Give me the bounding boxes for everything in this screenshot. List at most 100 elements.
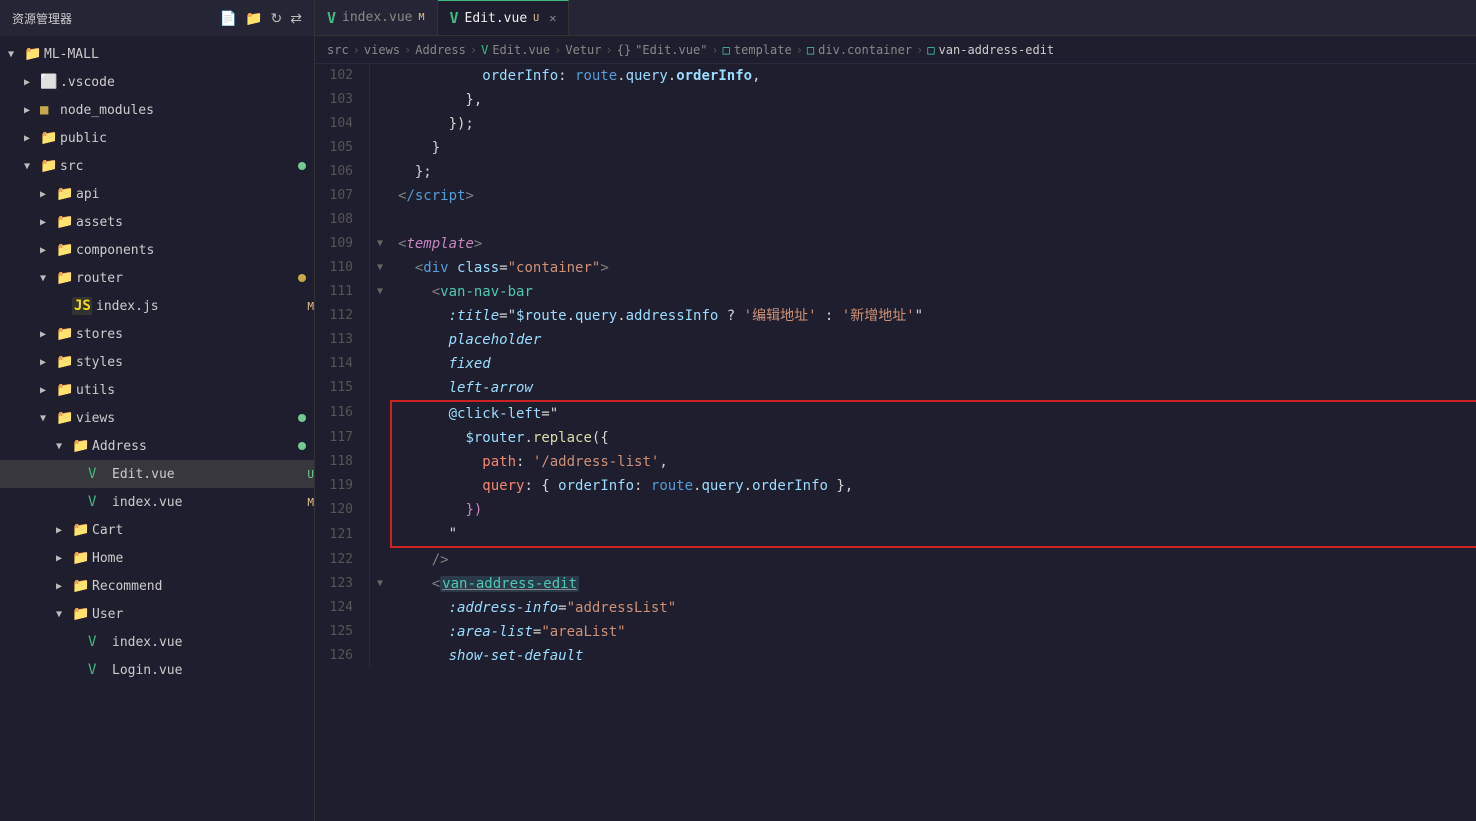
sidebar-item-node-modules[interactable]: ▶ ■ node_modules	[0, 96, 314, 124]
sidebar-item-assets[interactable]: ▶ 📁 assets	[0, 208, 314, 236]
tab-bar: V index.vue M V Edit.vue U ✕	[315, 0, 1476, 36]
code-line-111: 111 ▼ <van-nav-bar	[315, 280, 1476, 304]
collapse-icon[interactable]: ⇄	[290, 10, 302, 27]
crumb-van-address-edit-icon: □	[927, 43, 934, 57]
refresh-icon[interactable]: ↻	[271, 10, 283, 27]
sidebar-title: 资源管理器	[12, 10, 72, 27]
router-folder-icon: 📁	[56, 270, 76, 286]
new-file-icon[interactable]: 📄	[220, 10, 237, 27]
crumb-edit-vue: Edit.vue	[492, 43, 550, 57]
sidebar-header: 资源管理器 📄 📁 ↻ ⇄	[0, 0, 314, 36]
code-line-107: 107 </script>	[315, 184, 1476, 208]
new-folder-icon[interactable]: 📁	[245, 10, 262, 27]
tab-index-vue-icon: V	[327, 9, 336, 27]
recommend-folder-icon: 📁	[72, 578, 92, 594]
public-label: public	[60, 131, 314, 146]
sidebar-item-user-login[interactable]: V Login.vue	[0, 656, 314, 684]
views-label: views	[76, 411, 298, 426]
sidebar-item-user-index[interactable]: V index.vue	[0, 628, 314, 656]
home-label: Home	[92, 551, 314, 566]
sidebar-item-public[interactable]: ▶ 📁 public	[0, 124, 314, 152]
sidebar-item-src[interactable]: ▼ 📁 src	[0, 152, 314, 180]
sidebar-item-views[interactable]: ▼ 📁 views	[0, 404, 314, 432]
index-js-modifier: M	[307, 300, 314, 313]
code-line-116: 116 @click-left="	[315, 400, 1476, 426]
root-folder-icon: 📁	[24, 46, 44, 62]
sidebar-root[interactable]: ▼ 📁 ML-MALL	[0, 40, 314, 68]
code-line-113: 113 placeholder	[315, 328, 1476, 352]
tab-index-vue-label: index.vue	[342, 10, 412, 25]
tab-edit-vue-label: Edit.vue	[465, 11, 528, 26]
index-vue-addr-modifier: M	[307, 496, 314, 509]
sidebar-item-recommend[interactable]: ▶ 📁 Recommend	[0, 572, 314, 600]
index-vue-addr-label: index.vue	[108, 495, 303, 510]
edit-vue-label: Edit.vue	[108, 467, 303, 482]
code-line-126: 126 show-set-default	[315, 644, 1476, 668]
user-login-label: Login.vue	[108, 663, 314, 678]
crumb-address: Address	[415, 43, 466, 57]
public-folder-icon: 📁	[40, 130, 60, 146]
code-line-120: 120 })	[315, 498, 1476, 522]
crumb-div-container-icon: □	[807, 43, 814, 57]
styles-folder-icon: 📁	[56, 354, 76, 370]
tab-index-vue-modifier: M	[418, 12, 424, 23]
vscode-label: .vscode	[60, 75, 314, 90]
edit-vue-icon: V	[88, 466, 108, 482]
edit-vue-modifier: U	[307, 468, 314, 481]
sidebar-item-utils[interactable]: ▶ 📁 utils	[0, 376, 314, 404]
router-label: router	[76, 271, 298, 286]
sidebar-item-index-vue-addr[interactable]: V index.vue M	[0, 488, 314, 516]
api-folder-icon: 📁	[56, 186, 76, 202]
utils-folder-icon: 📁	[56, 382, 76, 398]
index-vue-addr-icon: V	[88, 494, 108, 510]
main-editor: V index.vue M V Edit.vue U ✕ src › views…	[315, 0, 1476, 821]
views-folder-icon: 📁	[56, 410, 76, 426]
crumb-template-icon: □	[723, 43, 730, 57]
index-js-label: index.js	[92, 299, 303, 314]
utils-label: utils	[76, 383, 314, 398]
sidebar-item-vscode[interactable]: ▶ ⬜ .vscode	[0, 68, 314, 96]
address-label: Address	[92, 439, 298, 454]
stores-folder-icon: 📁	[56, 326, 76, 342]
sidebar-item-index-js[interactable]: JS index.js M	[0, 292, 314, 320]
tab-index-vue[interactable]: V index.vue M	[315, 0, 438, 35]
code-lines: 102 orderInfo: route.query.orderInfo, 10…	[315, 64, 1476, 668]
sidebar-item-user[interactable]: ▼ 📁 User	[0, 600, 314, 628]
user-folder-icon: 📁	[72, 606, 92, 622]
code-line-123: 123 ▼ <van-address-edit	[315, 572, 1476, 596]
crumb-braces: {}	[617, 43, 631, 57]
sidebar-item-styles[interactable]: ▶ 📁 styles	[0, 348, 314, 376]
user-label: User	[92, 607, 314, 622]
code-line-124: 124 :address-info="addressList"	[315, 596, 1476, 620]
sidebar-item-edit-vue[interactable]: V Edit.vue U	[0, 460, 314, 488]
code-editor[interactable]: 102 orderInfo: route.query.orderInfo, 10…	[315, 64, 1476, 821]
tab-close-button[interactable]: ✕	[549, 11, 556, 25]
sidebar-item-cart[interactable]: ▶ 📁 Cart	[0, 516, 314, 544]
sidebar-item-stores[interactable]: ▶ 📁 stores	[0, 320, 314, 348]
sidebar-tree: ▼ 📁 ML-MALL ▶ ⬜ .vscode ▶ ■ node_modules…	[0, 36, 314, 821]
code-line-112: 112 :title="$route.query.addressInfo ? '…	[315, 304, 1476, 328]
code-line-103: 103 },	[315, 88, 1476, 112]
sidebar-item-components[interactable]: ▶ 📁 components	[0, 236, 314, 264]
crumb-div-container: div.container	[818, 43, 912, 57]
code-line-102: 102 orderInfo: route.query.orderInfo,	[315, 64, 1476, 88]
code-line-117: 117 $router.replace({	[315, 426, 1476, 450]
code-line-125: 125 :area-list="areaList"	[315, 620, 1476, 644]
code-line-122: 122 />	[315, 548, 1476, 572]
vscode-folder-icon: ⬜	[40, 74, 60, 90]
sidebar-item-home[interactable]: ▶ 📁 Home	[0, 544, 314, 572]
js-file-icon: JS	[72, 297, 92, 315]
tab-edit-vue[interactable]: V Edit.vue U ✕	[438, 0, 570, 35]
crumb-src: src	[327, 43, 349, 57]
sidebar-item-api[interactable]: ▶ 📁 api	[0, 180, 314, 208]
sidebar-item-address[interactable]: ▼ 📁 Address	[0, 432, 314, 460]
src-label: src	[60, 159, 298, 174]
code-line-115: 115 left-arrow	[315, 376, 1476, 400]
recommend-label: Recommend	[92, 579, 314, 594]
code-line-110: 110 ▼ <div class="container">	[315, 256, 1476, 280]
sidebar-item-router[interactable]: ▼ 📁 router	[0, 264, 314, 292]
user-index-icon: V	[88, 634, 108, 650]
code-line-114: 114 fixed	[315, 352, 1476, 376]
tab-edit-vue-icon: V	[450, 9, 459, 27]
tab-edit-vue-modifier: U	[533, 13, 539, 24]
